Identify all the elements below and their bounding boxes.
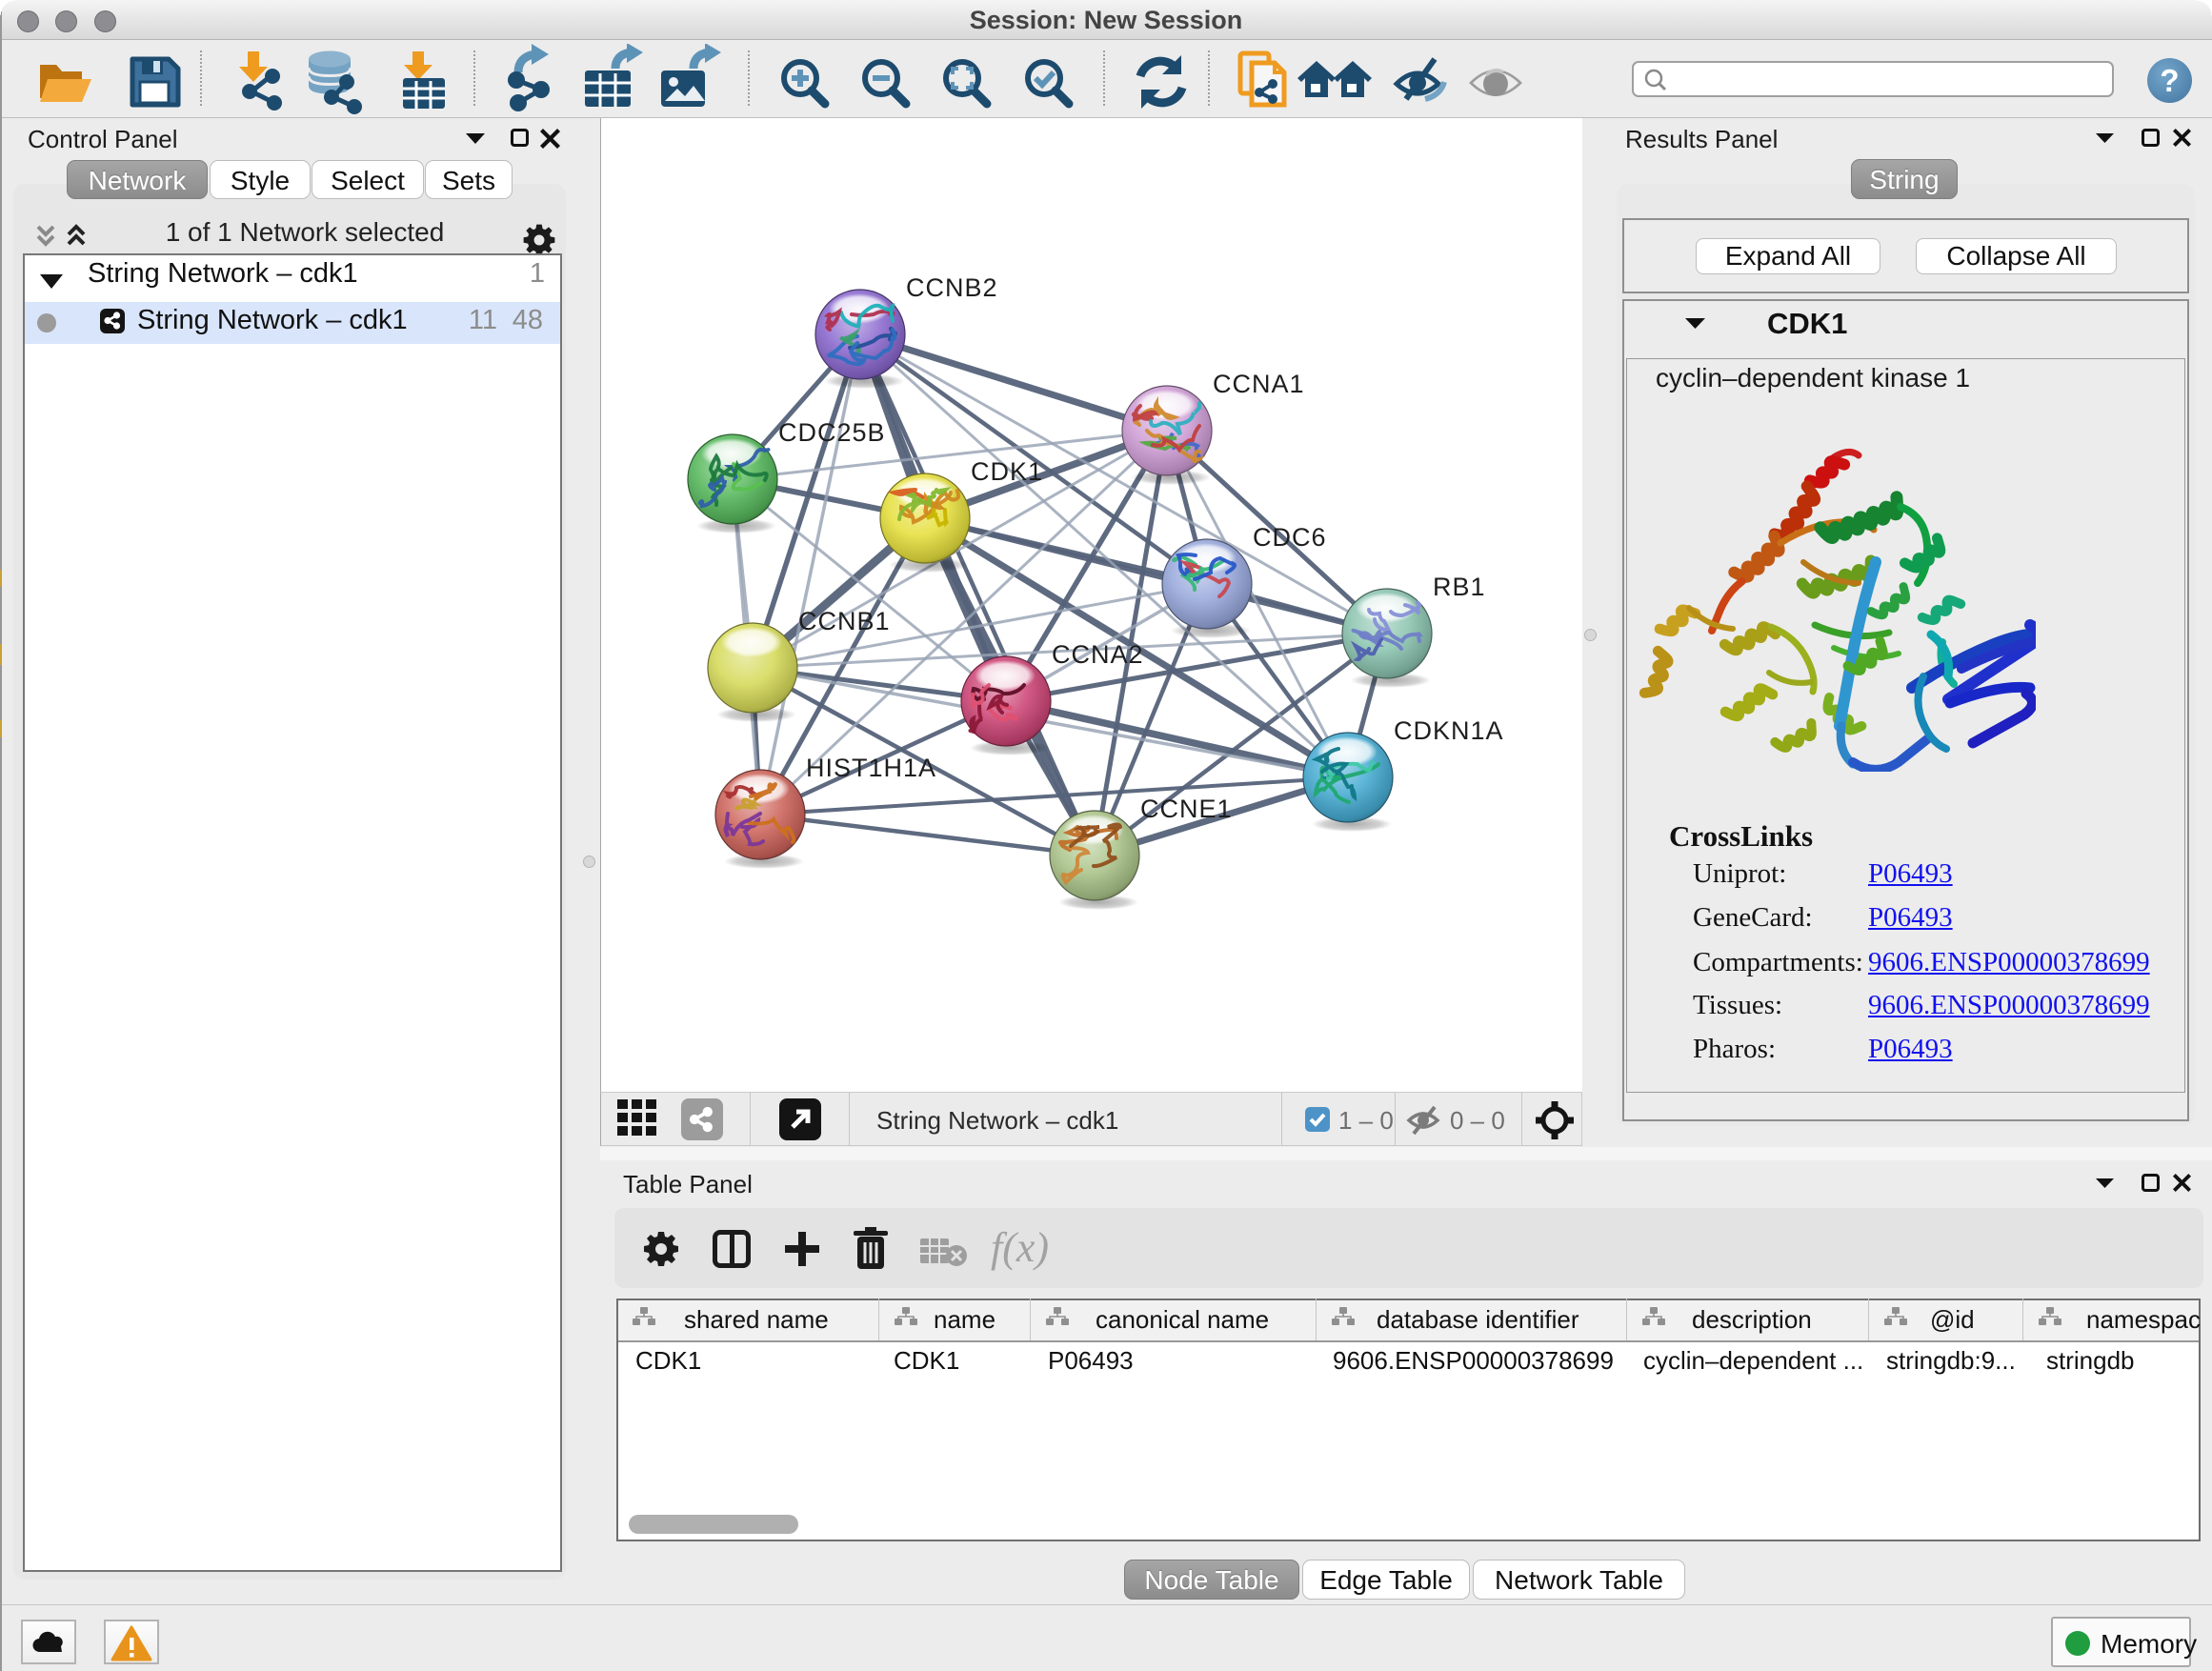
svg-text:CCNE1: CCNE1 xyxy=(1140,795,1233,823)
svg-text:CCNA2: CCNA2 xyxy=(1052,640,1144,669)
svg-text:CDC25B: CDC25B xyxy=(778,418,886,447)
svg-text:CCNA1: CCNA1 xyxy=(1213,370,1305,398)
svg-text:CCNB1: CCNB1 xyxy=(798,607,891,635)
svg-text:CDC6: CDC6 xyxy=(1253,523,1327,552)
svg-text:CDK1: CDK1 xyxy=(971,457,1043,486)
svg-text:HIST1H1A: HIST1H1A xyxy=(806,754,936,782)
svg-text:CDKN1A: CDKN1A xyxy=(1394,716,1504,745)
svg-text:RB1: RB1 xyxy=(1433,573,1486,601)
svg-text:CCNB2: CCNB2 xyxy=(906,273,998,302)
